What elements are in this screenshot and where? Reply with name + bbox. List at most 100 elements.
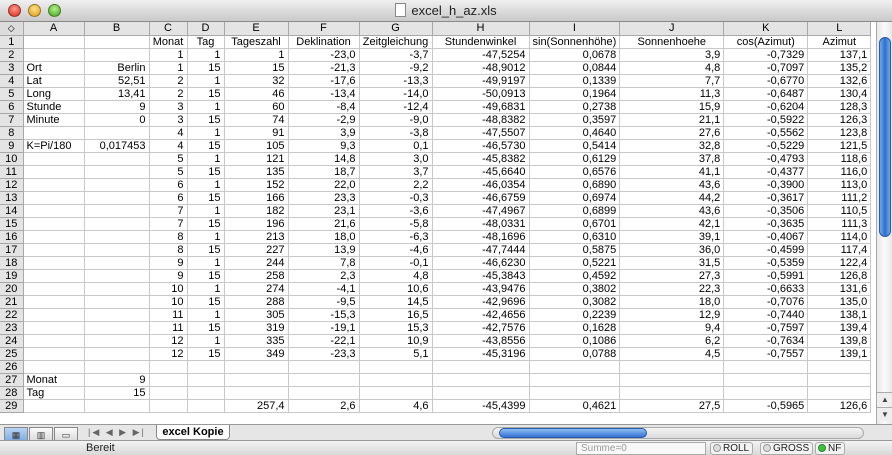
cell-h17[interactable]: -47,7444 bbox=[432, 243, 530, 257]
cell-h11[interactable]: -45,6640 bbox=[432, 165, 530, 179]
cell-f29[interactable]: 2,6 bbox=[288, 399, 360, 413]
cell-b27[interactable]: 9 bbox=[84, 373, 150, 387]
cell-f23[interactable]: -19,1 bbox=[288, 321, 360, 335]
row-header[interactable]: 7 bbox=[0, 113, 24, 127]
cell-l26[interactable] bbox=[807, 360, 872, 374]
cell-b22[interactable] bbox=[84, 308, 150, 322]
cell-j6[interactable]: 15,9 bbox=[619, 100, 725, 114]
cell-b28[interactable]: 15 bbox=[84, 386, 150, 400]
column-header-j[interactable]: J bbox=[619, 22, 725, 36]
cell-b9[interactable]: 0,017453 bbox=[84, 139, 150, 153]
scroll-up-arrow-icon[interactable]: ▲ bbox=[877, 392, 892, 406]
cell-g7[interactable]: -9,0 bbox=[359, 113, 433, 127]
cell-c7[interactable]: 3 bbox=[149, 113, 188, 127]
cell-g28[interactable] bbox=[359, 386, 433, 400]
cell-l6[interactable]: 128,3 bbox=[807, 100, 872, 114]
cell-g25[interactable]: 5,1 bbox=[359, 347, 433, 361]
column-header-h[interactable]: H bbox=[432, 22, 530, 36]
row-header[interactable]: 3 bbox=[0, 61, 24, 75]
cell-c6[interactable]: 3 bbox=[149, 100, 188, 114]
row-header[interactable]: 16 bbox=[0, 230, 24, 244]
cell-i1[interactable]: sin(Sonnenhöhe) bbox=[529, 35, 621, 49]
sheet-tab-navigation[interactable]: |◀ ◀ ▶ ▶| bbox=[88, 427, 146, 438]
cell-h18[interactable]: -46,6230 bbox=[432, 256, 530, 270]
cell-c9[interactable]: 4 bbox=[149, 139, 188, 153]
cell-h26[interactable] bbox=[432, 360, 530, 374]
cell-k15[interactable]: -0,3635 bbox=[723, 217, 809, 231]
cell-c13[interactable]: 6 bbox=[149, 191, 188, 205]
cell-k2[interactable]: -0,7329 bbox=[723, 48, 809, 62]
cell-f14[interactable]: 23,1 bbox=[288, 204, 360, 218]
cell-h23[interactable]: -42,7576 bbox=[432, 321, 530, 335]
cell-d1[interactable]: Tag bbox=[187, 35, 225, 49]
select-all-icon[interactable]: ◇ bbox=[0, 22, 24, 36]
horizontal-scroll-thumb[interactable] bbox=[499, 428, 647, 438]
cell-h20[interactable]: -43,9476 bbox=[432, 282, 530, 296]
row-header[interactable]: 18 bbox=[0, 256, 24, 270]
cell-c24[interactable]: 12 bbox=[149, 334, 188, 348]
cell-i23[interactable]: 0,1628 bbox=[529, 321, 621, 335]
row-header[interactable]: 23 bbox=[0, 321, 24, 335]
cell-j18[interactable]: 31,5 bbox=[619, 256, 725, 270]
row-header[interactable]: 19 bbox=[0, 269, 24, 283]
cell-e23[interactable]: 319 bbox=[224, 321, 289, 335]
cell-l10[interactable]: 118,6 bbox=[807, 152, 872, 166]
cell-b20[interactable] bbox=[84, 282, 150, 296]
cell-f25[interactable]: -23,3 bbox=[288, 347, 360, 361]
cell-j26[interactable] bbox=[619, 360, 725, 374]
cell-l22[interactable]: 138,1 bbox=[807, 308, 872, 322]
cell-a13[interactable] bbox=[23, 191, 85, 205]
cell-d17[interactable]: 15 bbox=[187, 243, 225, 257]
cell-e14[interactable]: 182 bbox=[224, 204, 289, 218]
cell-b10[interactable] bbox=[84, 152, 150, 166]
cell-c17[interactable]: 8 bbox=[149, 243, 188, 257]
row-header[interactable]: 27 bbox=[0, 373, 24, 387]
cell-k9[interactable]: -0,5229 bbox=[723, 139, 809, 153]
cell-g1[interactable]: Zeitgleichung bbox=[359, 35, 433, 49]
cell-b25[interactable] bbox=[84, 347, 150, 361]
cell-k16[interactable]: -0,4067 bbox=[723, 230, 809, 244]
cell-c16[interactable]: 8 bbox=[149, 230, 188, 244]
cell-b3[interactable]: Berlin bbox=[84, 61, 150, 75]
cell-b21[interactable] bbox=[84, 295, 150, 309]
cell-e3[interactable]: 15 bbox=[224, 61, 289, 75]
cell-i17[interactable]: 0,5875 bbox=[529, 243, 621, 257]
cell-e13[interactable]: 166 bbox=[224, 191, 289, 205]
cell-f13[interactable]: 23,3 bbox=[288, 191, 360, 205]
cell-h8[interactable]: -47,5507 bbox=[432, 126, 530, 140]
cell-k6[interactable]: -0,6204 bbox=[723, 100, 809, 114]
cell-b6[interactable]: 9 bbox=[84, 100, 150, 114]
cell-k29[interactable]: -0,5965 bbox=[723, 399, 809, 413]
cell-a28[interactable]: Tag bbox=[23, 386, 85, 400]
cell-i5[interactable]: 0,1964 bbox=[529, 87, 621, 101]
cell-g29[interactable]: 4,6 bbox=[359, 399, 433, 413]
cell-i7[interactable]: 0,3597 bbox=[529, 113, 621, 127]
cell-e4[interactable]: 32 bbox=[224, 74, 289, 88]
cell-j20[interactable]: 22,3 bbox=[619, 282, 725, 296]
cell-b15[interactable] bbox=[84, 217, 150, 231]
cell-l9[interactable]: 121,5 bbox=[807, 139, 872, 153]
cell-c19[interactable]: 9 bbox=[149, 269, 188, 283]
cell-a11[interactable] bbox=[23, 165, 85, 179]
cell-f1[interactable]: Deklination bbox=[288, 35, 360, 49]
cell-d23[interactable]: 15 bbox=[187, 321, 225, 335]
cell-f7[interactable]: -2,9 bbox=[288, 113, 360, 127]
cell-f24[interactable]: -22,1 bbox=[288, 334, 360, 348]
sheet-tab-excel-kopie[interactable]: excel Kopie bbox=[156, 425, 230, 440]
cell-a26[interactable] bbox=[23, 360, 85, 374]
cell-j12[interactable]: 43,6 bbox=[619, 178, 725, 192]
cell-c21[interactable]: 10 bbox=[149, 295, 188, 309]
cell-c11[interactable]: 5 bbox=[149, 165, 188, 179]
cell-j14[interactable]: 43,6 bbox=[619, 204, 725, 218]
row-header[interactable]: 24 bbox=[0, 334, 24, 348]
cell-k19[interactable]: -0,5991 bbox=[723, 269, 809, 283]
cell-d18[interactable]: 1 bbox=[187, 256, 225, 270]
cell-e5[interactable]: 46 bbox=[224, 87, 289, 101]
cell-j3[interactable]: 4,8 bbox=[619, 61, 725, 75]
cell-h3[interactable]: -48,9012 bbox=[432, 61, 530, 75]
cell-a27[interactable]: Monat bbox=[23, 373, 85, 387]
cell-e18[interactable]: 244 bbox=[224, 256, 289, 270]
cell-c2[interactable]: 1 bbox=[149, 48, 188, 62]
cell-e20[interactable]: 274 bbox=[224, 282, 289, 296]
cell-j25[interactable]: 4,5 bbox=[619, 347, 725, 361]
